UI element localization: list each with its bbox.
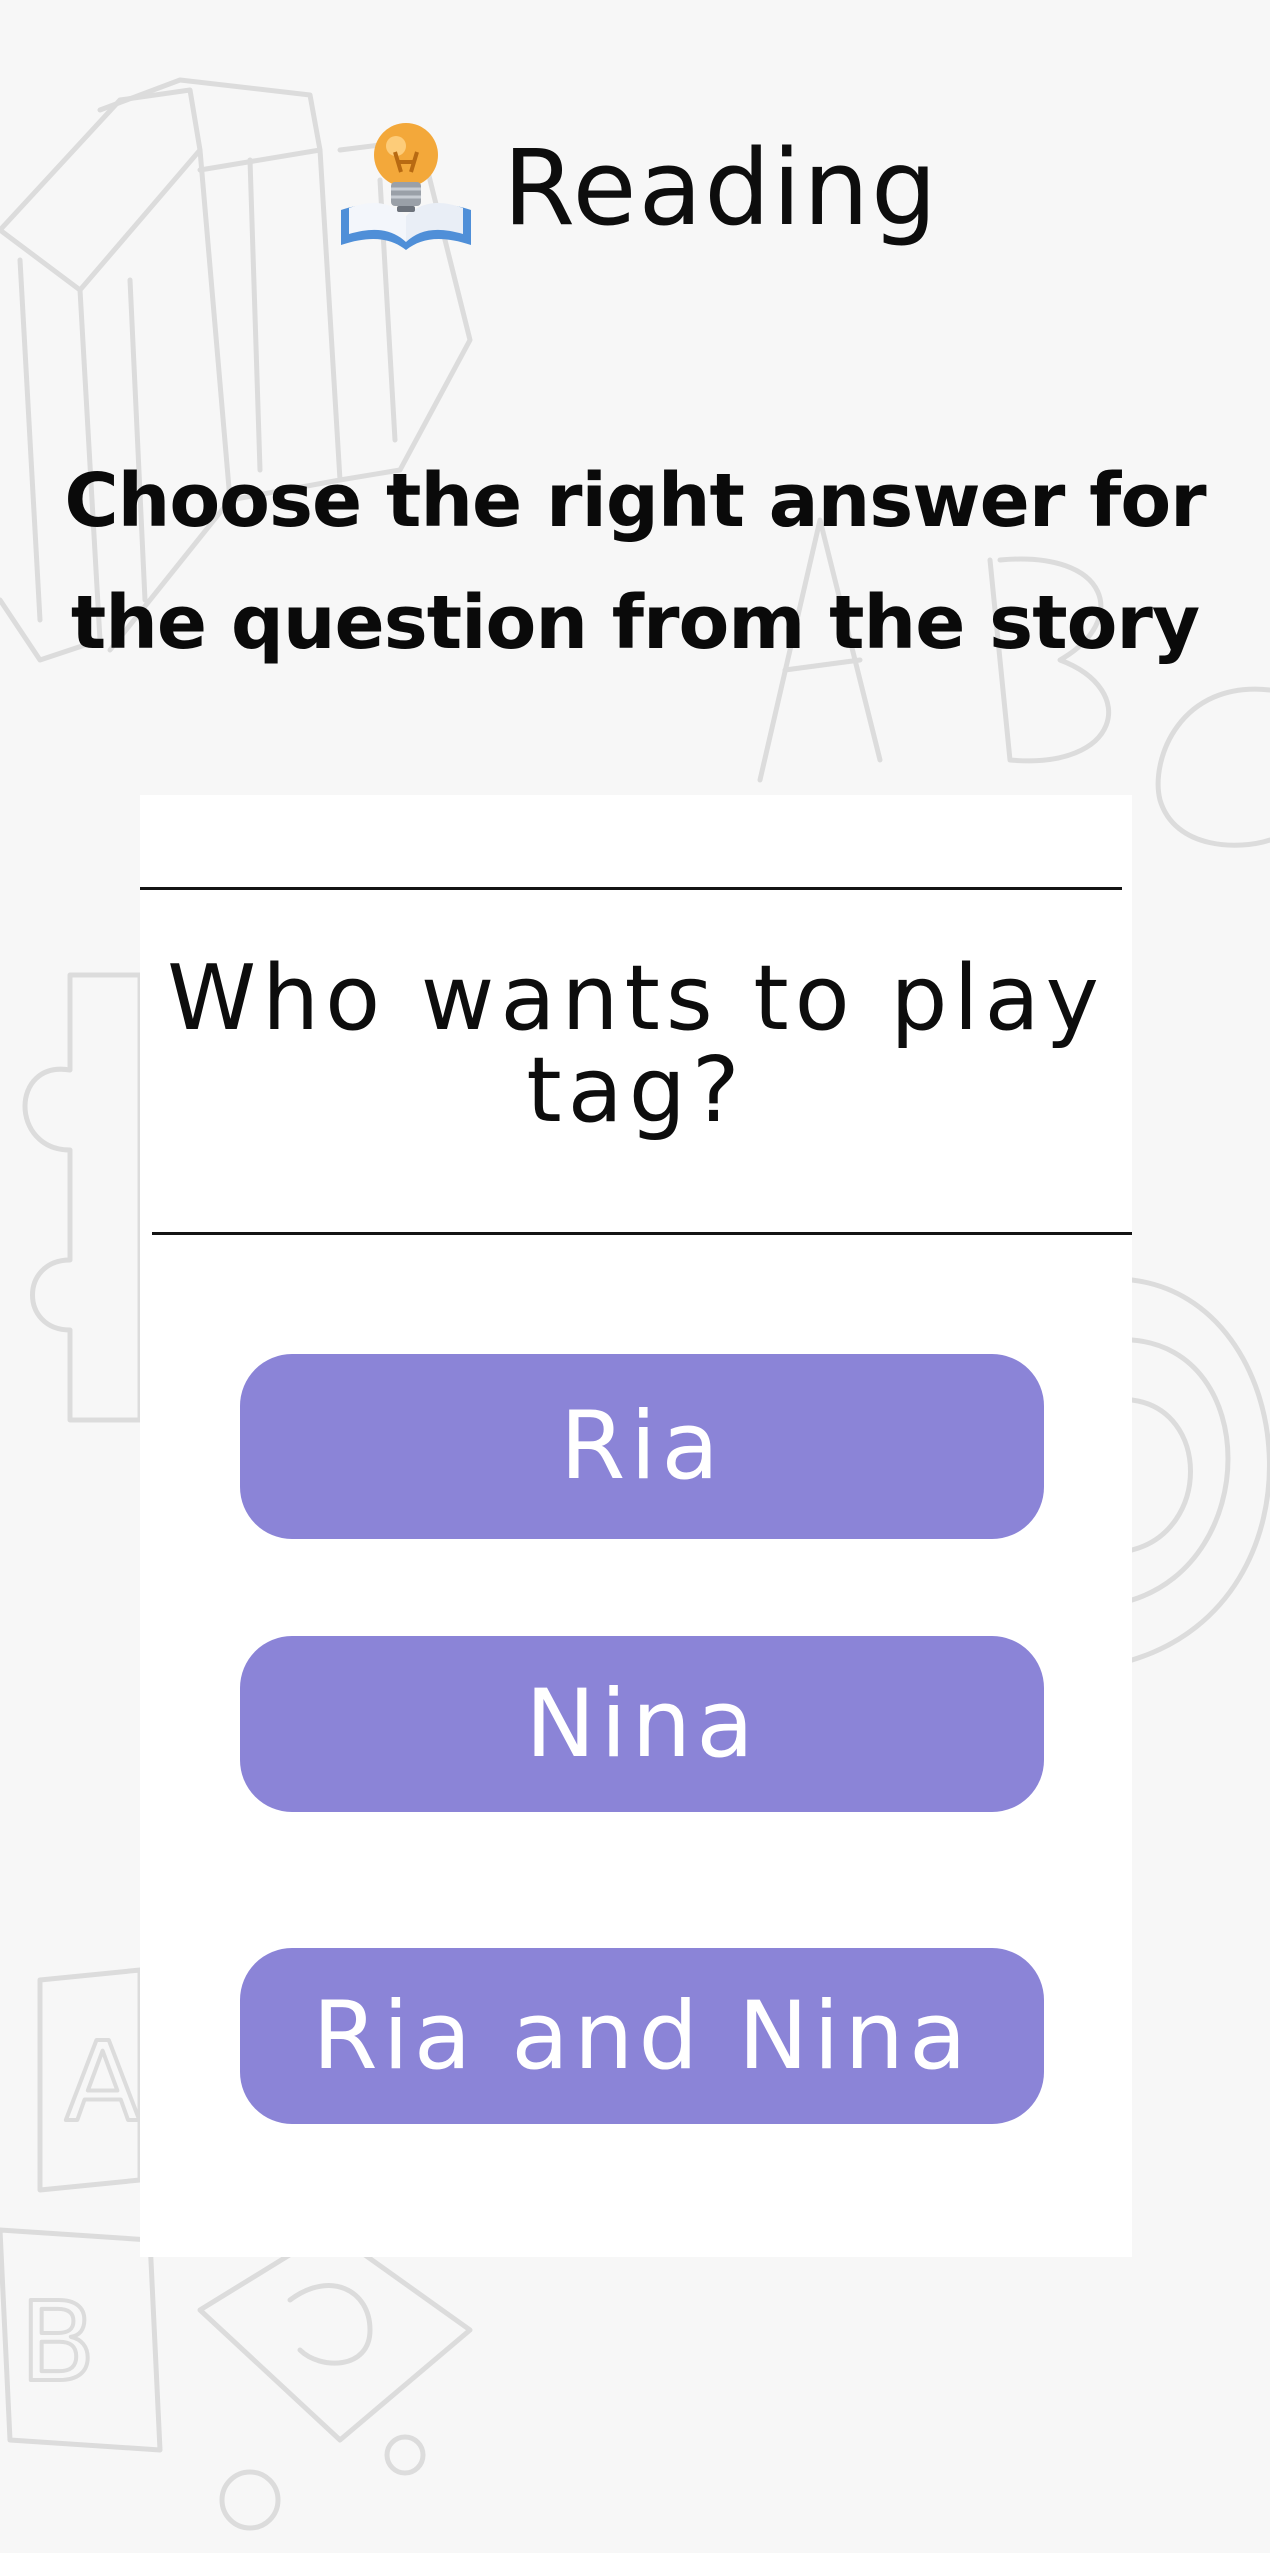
instruction-text: Choose the right answer for the question…: [64, 458, 1206, 666]
answer-option-ria[interactable]: Ria: [240, 1354, 1044, 1539]
question-card: Who wants to play tag? Ria Nina Ria and …: [140, 795, 1132, 2257]
answer-option-ria-and-nina[interactable]: Ria and Nina: [240, 1948, 1044, 2124]
svg-text:B: B: [20, 2278, 95, 2406]
rainbow-doodle-icon: [1129, 1277, 1270, 1663]
question-text: Who wants to play tag?: [167, 946, 1105, 1143]
page-title: Reading: [502, 127, 940, 249]
lightbulb-book-icon: [340, 123, 471, 250]
answer-option-nina[interactable]: Nina: [240, 1636, 1044, 1812]
divider-top: [140, 887, 1122, 890]
app-header: Reading: [0, 110, 1270, 260]
divider-bottom: [152, 1232, 1132, 1235]
puzzle-doodle-icon: [22, 972, 143, 1423]
svg-text:A: A: [65, 2018, 140, 2146]
